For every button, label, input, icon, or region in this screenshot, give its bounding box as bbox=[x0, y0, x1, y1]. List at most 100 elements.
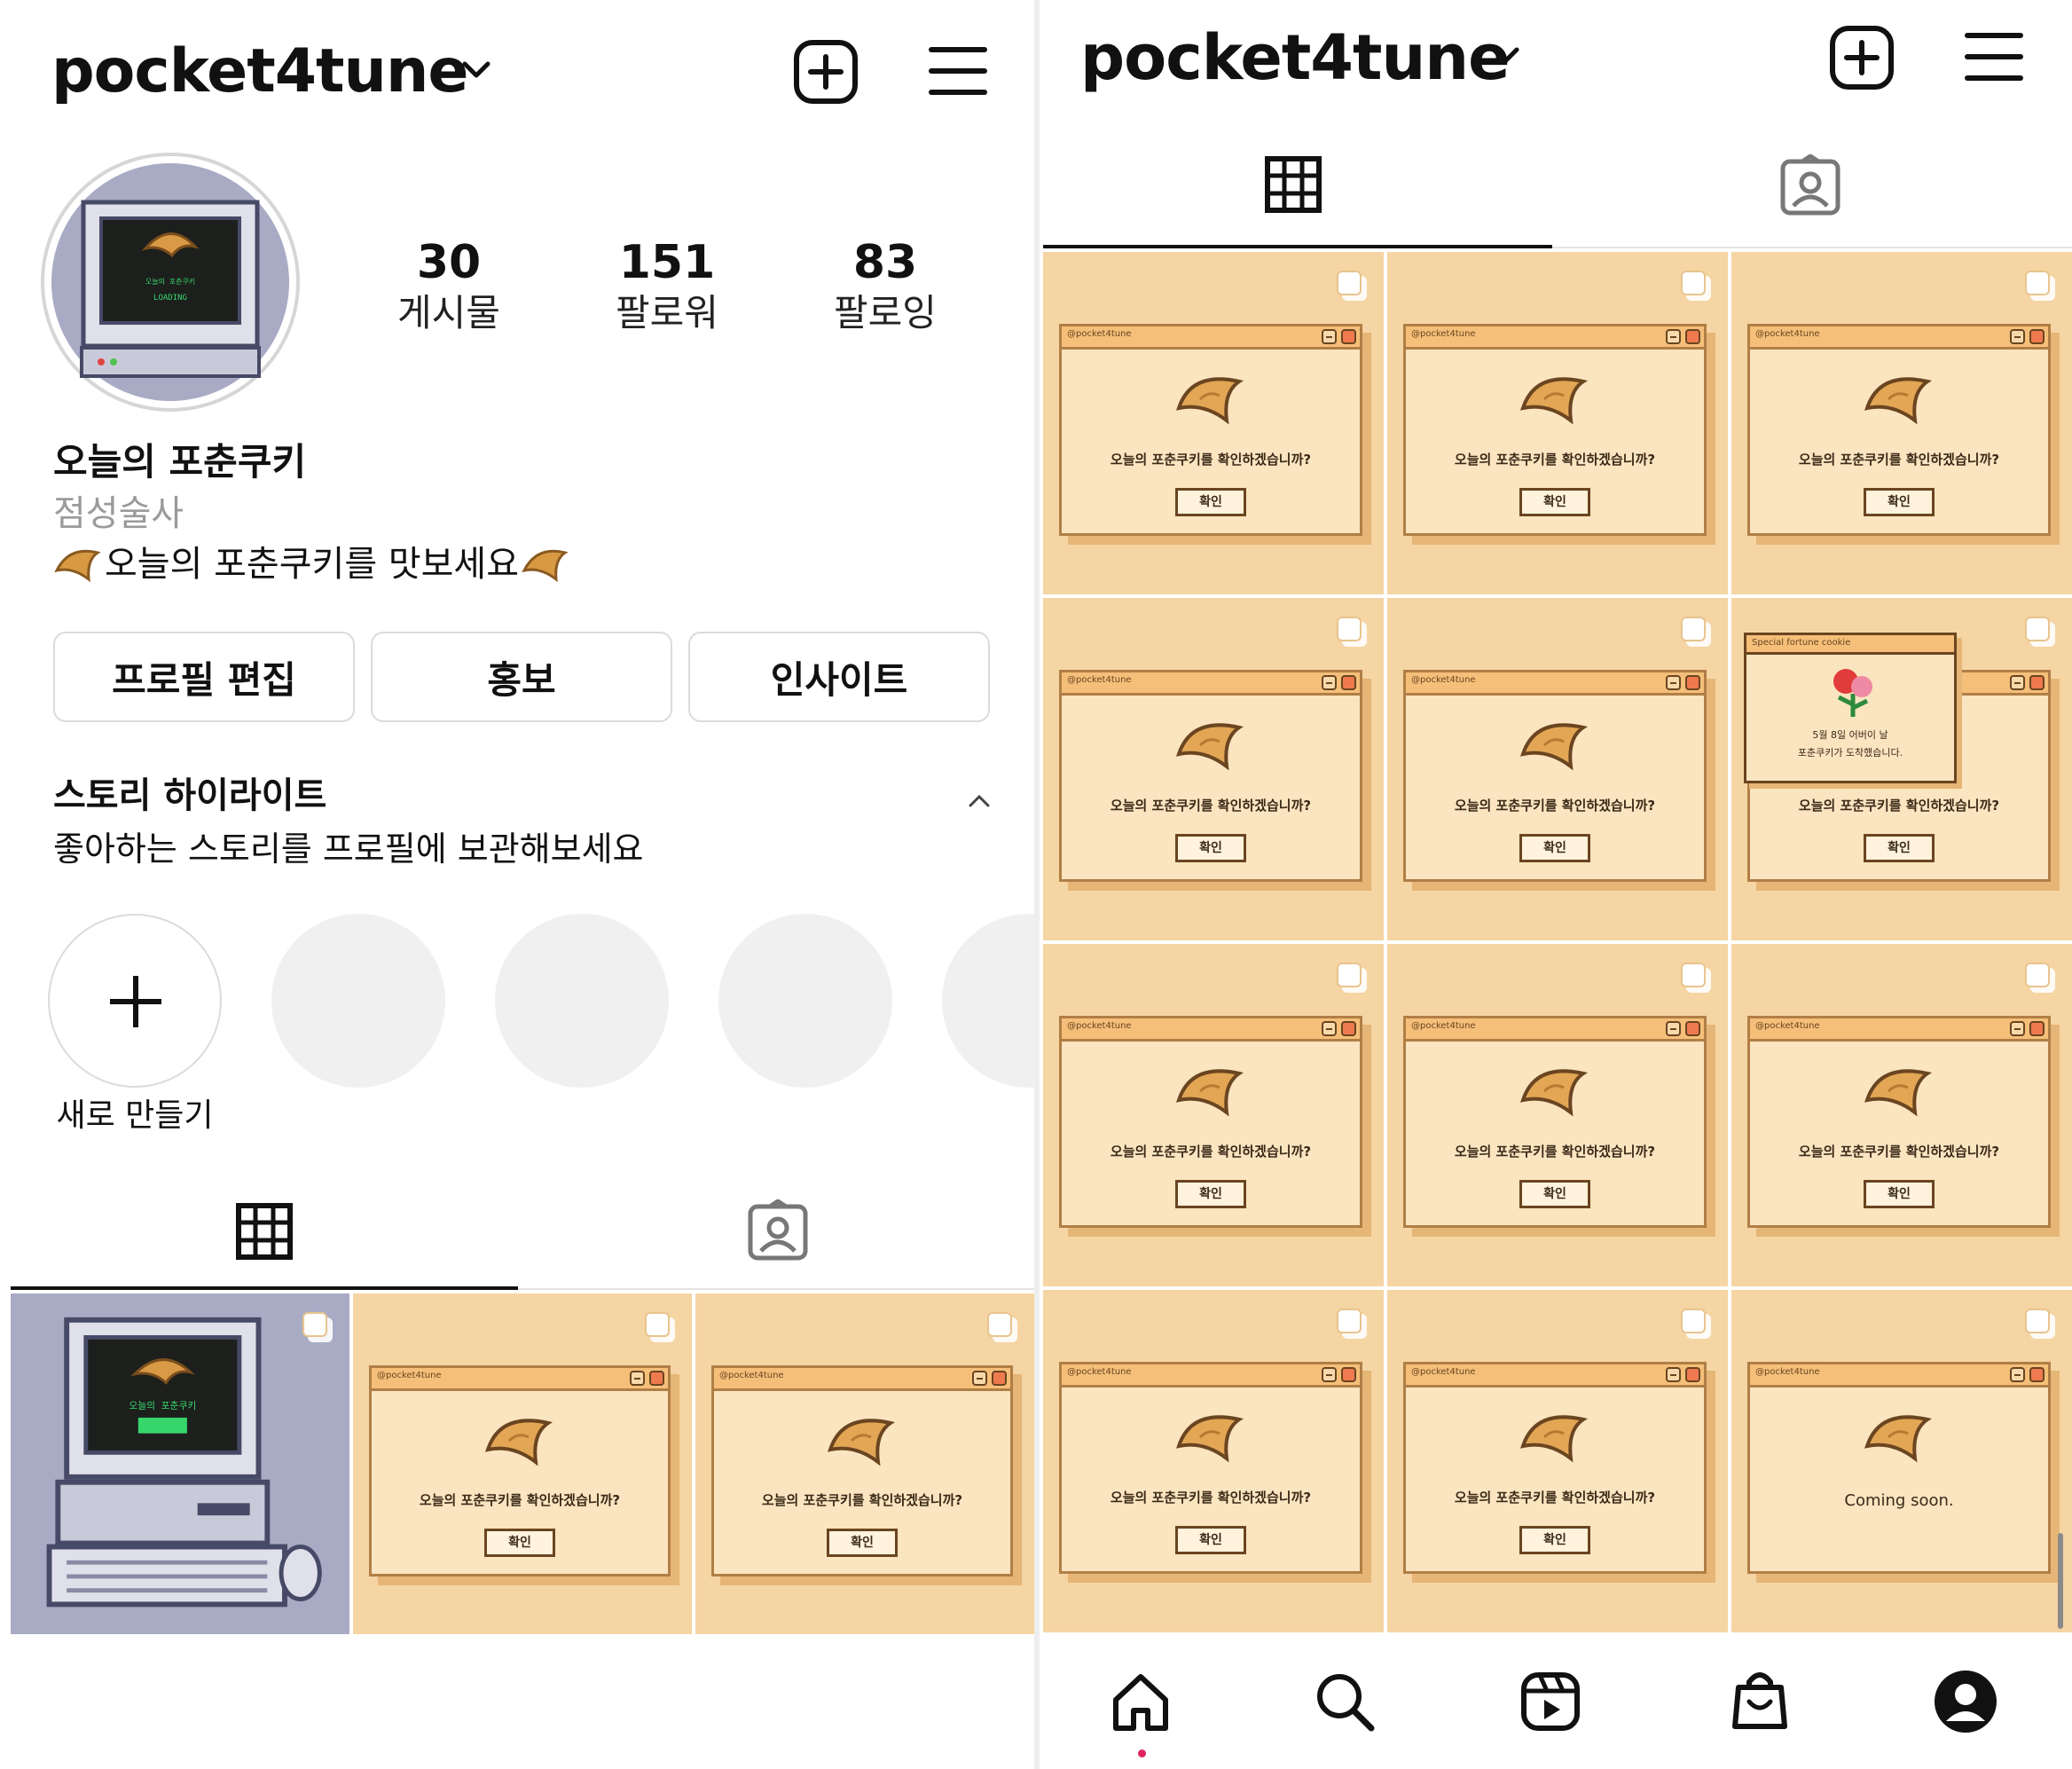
home-icon[interactable] bbox=[1109, 1670, 1173, 1734]
menu-icon[interactable] bbox=[1964, 30, 2024, 83]
grid-tab-icon[interactable] bbox=[1265, 156, 1322, 213]
post-tile[interactable]: @pocket4tune 오늘의 포춘쿠키를 확인하겠습니까? 확인 bbox=[1387, 944, 1728, 1286]
post-tile[interactable]: @pocket4tune 오늘의 포춘쿠키를 확인하겠습니까? 확인 bbox=[1043, 598, 1384, 940]
close-icon bbox=[1685, 1021, 1700, 1036]
dialog-titlebar: @pocket4tune bbox=[372, 1368, 668, 1391]
dialog-titlebar: @pocket4tune bbox=[1406, 326, 1704, 350]
stat-posts[interactable]: 30 게시물 bbox=[360, 236, 538, 337]
dialog-message: 오늘의 포춘쿠키를 확인하겠습니까? bbox=[1454, 1490, 1656, 1506]
dialog-window: @pocket4tune 오늘의 포춘쿠키를 확인하겠습니까? 확인 bbox=[1059, 324, 1362, 536]
confirm-button: 확인 bbox=[1519, 1180, 1590, 1208]
fortune-cookie-icon bbox=[1175, 1069, 1244, 1116]
dialog-titlebar: @pocket4tune bbox=[1062, 672, 1360, 696]
promote-button[interactable]: 홍보 bbox=[371, 632, 672, 722]
multiple-posts-icon bbox=[645, 1312, 675, 1342]
highlights-title: 스토리 하이라이트 bbox=[53, 775, 327, 816]
popup-title: Special fortune cookie bbox=[1752, 638, 1851, 648]
close-icon bbox=[649, 1371, 664, 1386]
multiple-posts-icon bbox=[1681, 271, 1711, 301]
new-post-icon[interactable] bbox=[791, 37, 860, 106]
confirm-button: 확인 bbox=[1864, 488, 1935, 516]
grid-tab-icon[interactable] bbox=[236, 1203, 293, 1260]
post-tile[interactable]: @pocket4tune 오늘의 포춘쿠키를 확인하겠습니까? 확인 bbox=[1387, 1290, 1728, 1632]
post-tile[interactable]: @pocket4tune 오늘의 포춘쿠키를 확인하겠습니까? 확인 bbox=[1043, 252, 1384, 594]
dialog-titlebar: @pocket4tune bbox=[1062, 326, 1360, 350]
post-tile[interactable]: @pocket4tune 오늘의 포춘쿠키를 확인하겠습니까? 확인 bbox=[1387, 598, 1728, 940]
post-tile[interactable]: 오늘의 포춘쿠키 bbox=[11, 1293, 349, 1634]
dialog-title: @pocket4tune bbox=[1067, 1367, 1132, 1377]
stat-following[interactable]: 83 팔로잉 bbox=[797, 236, 974, 337]
minimize-icon bbox=[1322, 675, 1337, 690]
minimize-icon bbox=[1322, 1367, 1337, 1382]
close-icon bbox=[1341, 675, 1356, 690]
plus-icon bbox=[110, 976, 161, 1027]
username[interactable]: pocket4tune bbox=[1080, 18, 1511, 98]
confirm-button: 확인 bbox=[1519, 1526, 1590, 1554]
minimize-icon bbox=[1322, 1021, 1337, 1036]
post-tile[interactable]: @pocket4tune오늘의 포춘쿠키를 확인하겠습니까?확인Special … bbox=[1731, 598, 2072, 940]
username[interactable]: pocket4tune bbox=[51, 32, 468, 112]
tagged-tab-icon[interactable] bbox=[1779, 154, 1841, 216]
minimize-icon bbox=[2010, 329, 2025, 344]
stat-followers-count: 151 bbox=[618, 236, 716, 289]
new-highlight-button[interactable] bbox=[48, 914, 222, 1088]
post-tile[interactable]: @pocket4tune 오늘의 포춘쿠키를 확인하겠습니까? 확인 bbox=[1387, 252, 1728, 594]
stat-followers-label: 팔로워 bbox=[616, 291, 718, 334]
multiple-posts-icon bbox=[2025, 271, 2055, 301]
confirm-button: 확인 bbox=[1519, 834, 1590, 862]
dialog-window: @pocket4tune 오늘의 포춘쿠키를 확인하겠습니까? 확인 bbox=[711, 1365, 1013, 1576]
minimize-icon bbox=[1666, 329, 1681, 344]
edit-profile-button[interactable]: 프로필 편집 bbox=[53, 632, 355, 722]
confirm-button: 확인 bbox=[484, 1529, 555, 1557]
post-tile[interactable]: @pocket4tune 오늘의 포춘쿠키를 확인하겠습니까? 확인 bbox=[1043, 944, 1384, 1286]
fortune-cookie-icon bbox=[1519, 723, 1589, 770]
stat-following-count: 83 bbox=[852, 236, 918, 289]
close-icon bbox=[2029, 1367, 2045, 1382]
dialog-title: @pocket4tune bbox=[1755, 1367, 1820, 1377]
dialog-message: 오늘의 포춘쿠키를 확인하겠습니까? bbox=[1454, 452, 1656, 468]
insights-button[interactable]: 인사이트 bbox=[688, 632, 990, 722]
profile-bio-text: 오늘의 포춘쿠키를 맛보세요 bbox=[105, 544, 520, 585]
post-tile[interactable]: @pocket4tune 오늘의 포춘쿠키를 확인하겠습니까? 확인 bbox=[695, 1293, 1034, 1634]
fortune-cookie-icon bbox=[1175, 377, 1244, 424]
collapse-chevron-icon[interactable] bbox=[967, 791, 992, 809]
minimize-icon bbox=[1666, 675, 1681, 690]
reels-icon[interactable] bbox=[1519, 1670, 1582, 1734]
post-tile[interactable]: @pocket4tune 오늘의 포춘쿠키를 확인하겠습니까? 확인 bbox=[1043, 1290, 1384, 1632]
post-grid: @pocket4tune 오늘의 포춘쿠키를 확인하겠습니까? 확인 @pocket4… bbox=[1043, 252, 2072, 1634]
popup-line2: 포춘쿠키가 도착했습니다. bbox=[1797, 747, 1903, 759]
dialog-window: @pocket4tune 오늘의 포춘쿠키를 확인하겠습니까? 확인 bbox=[1059, 1362, 1362, 1574]
chevron-down-icon[interactable] bbox=[1490, 44, 1520, 67]
chevron-down-icon[interactable] bbox=[461, 59, 491, 82]
post-tile[interactable]: @pocket4tune 오늘의 포춘쿠키를 확인하겠습니까? 확인 bbox=[353, 1293, 692, 1634]
new-post-icon[interactable] bbox=[1827, 23, 1896, 92]
menu-icon[interactable] bbox=[928, 44, 988, 98]
dialog-window: @pocket4tune 오늘의 포춘쿠키를 확인하겠습니까? 확인 bbox=[1747, 1016, 2051, 1228]
post-tile[interactable]: @pocket4tune 오늘의 포춘쿠키를 확인하겠습니까? 확인 bbox=[1731, 252, 2072, 594]
scrollbar[interactable] bbox=[2058, 1533, 2063, 1629]
retro-computer-image: 오늘의 포춘쿠키 bbox=[46, 1317, 322, 1608]
fortune-cookie-icon bbox=[484, 1419, 553, 1466]
dialog-titlebar: @pocket4tune bbox=[1750, 1364, 2048, 1388]
dialog-window: @pocket4tune 오늘의 포춘쿠키를 확인하겠습니까? 확인 bbox=[1747, 324, 2051, 536]
post-grid: 오늘의 포춘쿠키 @pocket4tune 오늘의 포춘쿠키를 확인하겠습니까? 확인… bbox=[11, 1293, 1034, 1634]
post-tile[interactable]: @pocket4tune 오늘의 포춘쿠키를 확인하겠습니까? 확인 bbox=[1731, 944, 2072, 1286]
highlight-placeholder bbox=[942, 914, 1034, 1088]
avatar[interactable]: 오늘의 포춘쿠키 LOADING bbox=[39, 151, 302, 413]
shop-icon[interactable] bbox=[1728, 1668, 1792, 1734]
multiple-posts-icon bbox=[302, 1312, 333, 1342]
profile-category: 점성술사 bbox=[53, 493, 184, 534]
post-tile[interactable]: @pocket4tune Coming soon. bbox=[1731, 1290, 2072, 1632]
fortune-cookie-icon bbox=[1519, 1069, 1589, 1116]
tagged-tab-icon[interactable] bbox=[747, 1199, 809, 1262]
dialog-title: @pocket4tune bbox=[719, 1371, 784, 1380]
dialog-titlebar: @pocket4tune bbox=[1750, 326, 2048, 350]
fortune-cookie-icon bbox=[522, 549, 569, 583]
multiple-posts-icon bbox=[1337, 617, 1367, 647]
profile-icon[interactable] bbox=[1932, 1668, 1999, 1735]
stat-followers[interactable]: 151 팔로워 bbox=[578, 236, 756, 337]
fortune-cookie-icon bbox=[1175, 723, 1244, 770]
dialog-message: 오늘의 포춘쿠키를 확인하겠습니까? bbox=[1110, 798, 1312, 814]
search-icon[interactable] bbox=[1313, 1670, 1377, 1734]
stat-posts-count: 30 bbox=[416, 236, 482, 289]
